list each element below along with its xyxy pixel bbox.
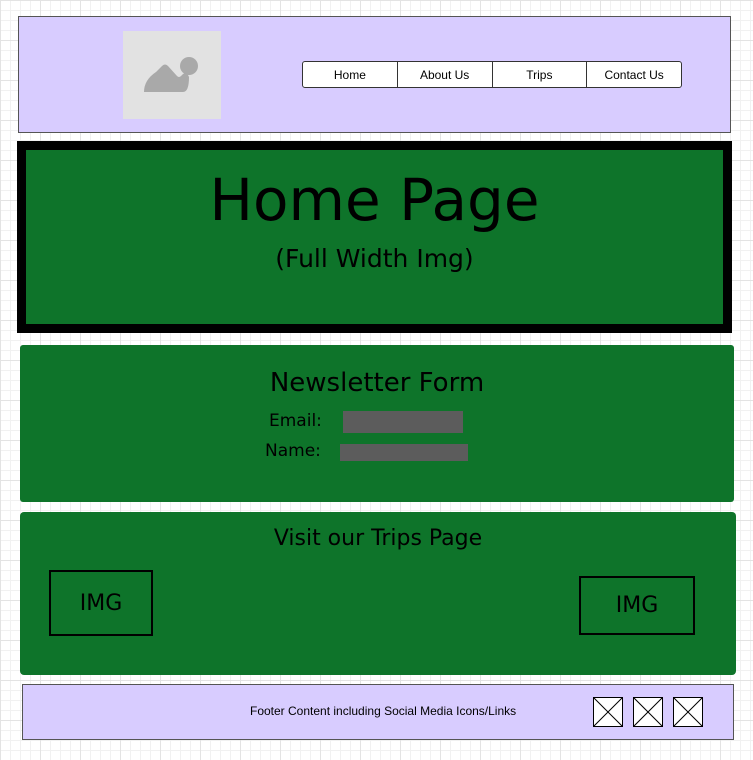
- trip-image-right[interactable]: IMG: [579, 576, 695, 635]
- footer-text: Footer Content including Social Media Ic…: [250, 704, 517, 718]
- nav-contact-us[interactable]: Contact Us: [587, 62, 681, 87]
- name-field[interactable]: [340, 444, 468, 461]
- main-nav: Home About Us Trips Contact Us: [302, 61, 682, 88]
- nav-trips[interactable]: Trips: [493, 62, 588, 87]
- social-placeholder-icon[interactable]: [633, 697, 663, 727]
- nav-about-us[interactable]: About Us: [398, 62, 493, 87]
- site-header: Home About Us Trips Contact Us: [18, 16, 731, 133]
- trip-image-left[interactable]: IMG: [49, 570, 153, 636]
- email-label: Email:: [269, 411, 322, 431]
- email-field[interactable]: [343, 411, 463, 433]
- logo-image-placeholder-icon[interactable]: [123, 31, 221, 119]
- social-placeholder-icon[interactable]: [593, 697, 623, 727]
- hero-banner: Home Page (Full Width Img): [17, 141, 732, 333]
- trips-section: Visit our Trips Page IMG IMG: [20, 512, 736, 675]
- nav-home[interactable]: Home: [303, 62, 398, 87]
- name-label: Name:: [265, 441, 321, 461]
- newsletter-title: Newsletter Form: [269, 368, 485, 398]
- social-placeholder-icon[interactable]: [673, 697, 703, 727]
- hero-subtitle: (Full Width Img): [275, 244, 474, 273]
- site-footer: Footer Content including Social Media Ic…: [22, 684, 734, 740]
- hero-title: Home Page: [209, 166, 540, 234]
- newsletter-section: Newsletter Form Email: Name:: [20, 345, 734, 502]
- trips-title[interactable]: Visit our Trips Page: [20, 528, 736, 550]
